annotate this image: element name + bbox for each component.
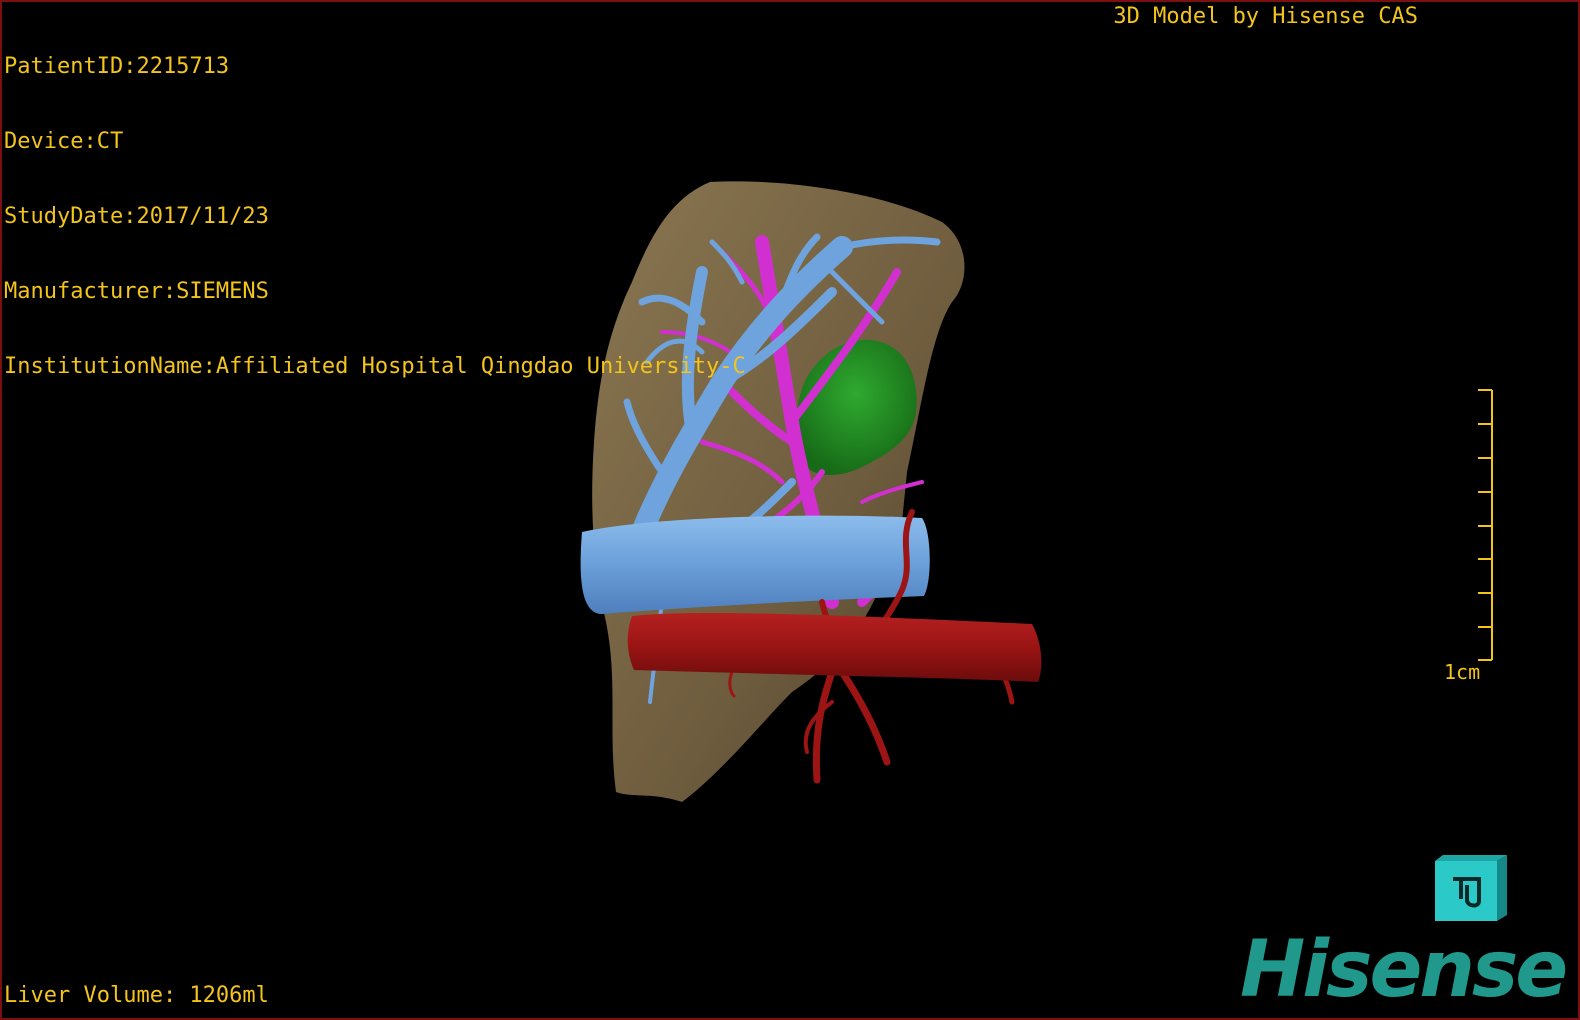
orientation-cube-icon[interactable] — [1435, 855, 1507, 921]
hisense-logo: Hisense — [1240, 925, 1568, 1015]
model-credit: 3D Model by Hisense CAS — [1113, 4, 1418, 29]
portal-vein-trunk — [580, 515, 930, 614]
scale-bar-label: 1cm — [1444, 660, 1481, 684]
manufacturer-label: Manufacturer:SIEMENS — [4, 279, 269, 304]
3d-viewport[interactable]: PatientID:2215713 Device:CT StudyDate:20… — [0, 0, 1580, 1020]
liver-volume-label: Liver Volume: 1206ml — [4, 983, 269, 1008]
dicom-metadata: PatientID:2215713 Device:CT StudyDate:20… — [4, 4, 746, 429]
institution-label: InstitutionName:Affiliated Hospital Qing… — [4, 354, 746, 379]
patient-id-label: PatientID:2215713 — [4, 54, 230, 79]
scale-bar — [1478, 389, 1493, 661]
study-date-label: StudyDate:2017/11/23 — [4, 204, 269, 229]
device-label: Device:CT — [4, 129, 124, 154]
